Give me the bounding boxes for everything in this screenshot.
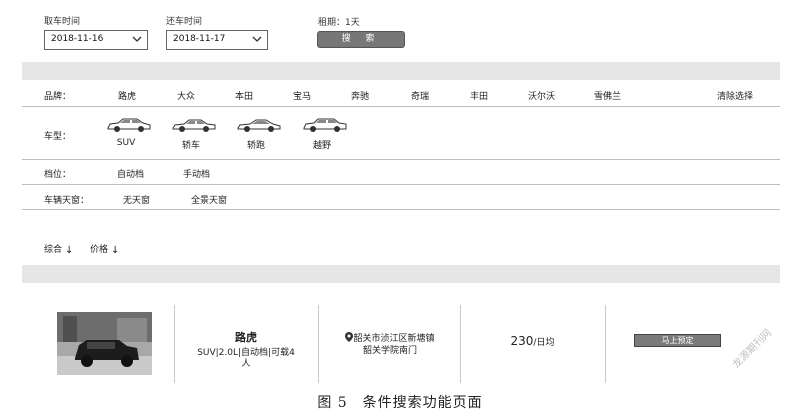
gear-option[interactable]: 自动档: [117, 167, 144, 180]
book-now-button[interactable]: 马上预定: [634, 334, 721, 347]
sort-price-button[interactable]: 价格 ↓: [90, 242, 119, 256]
pickup-date-value: 2018-11-16: [51, 34, 104, 44]
rental-period: 租期：1天: [318, 18, 360, 28]
brand-option[interactable]: 路虎: [118, 89, 136, 102]
gear-label: 档位：: [44, 170, 72, 180]
divider: [22, 159, 780, 160]
results-header-band: [22, 265, 780, 283]
figure-caption: 图 5 条件搜索功能页面: [317, 395, 483, 411]
brand-label: 品牌：: [44, 92, 72, 102]
clear-selection-link[interactable]: 清除选择: [717, 89, 753, 102]
pickup-date-select[interactable]: 2018-11-16: [44, 30, 148, 50]
brand-option[interactable]: 奇瑞: [411, 89, 429, 102]
divider: [22, 106, 780, 107]
price-unit: /日均: [533, 338, 555, 348]
sedan-car-icon[interactable]: [171, 116, 217, 134]
car-type-label: 车型：: [44, 132, 72, 142]
divider: [22, 184, 780, 185]
pickup-location-line2: 韶关学院南门: [362, 346, 417, 356]
chevron-down-icon: [252, 36, 262, 42]
car-type-option[interactable]: 轿车: [171, 138, 211, 151]
return-date-select[interactable]: 2018-11-17: [166, 30, 268, 50]
coupe-car-icon[interactable]: [236, 116, 282, 134]
brand-option[interactable]: 奔驰: [351, 89, 369, 102]
sort-price-label: 价格: [90, 245, 109, 255]
sort-overall-label: 综合: [44, 245, 63, 255]
sunroof-option[interactable]: 全景天窗: [191, 193, 227, 206]
column-separator: [318, 305, 319, 383]
price: 230/日均: [480, 334, 585, 348]
car-type-option[interactable]: SUV: [106, 138, 146, 148]
sunroof-label: 车辆天窗：: [44, 196, 90, 206]
brand-option[interactable]: 丰田: [470, 89, 488, 102]
column-separator: [460, 305, 461, 383]
sunroof-option[interactable]: 无天窗: [123, 193, 150, 206]
watermark: 龙源期刊网: [730, 327, 774, 371]
column-separator: [605, 305, 606, 383]
brand-option[interactable]: 本田: [235, 89, 253, 102]
sort-overall-button[interactable]: 综合 ↓: [44, 242, 73, 256]
filter-header-band: [22, 62, 780, 80]
divider: [22, 209, 780, 210]
return-time-label: 还车时间: [166, 17, 203, 27]
arrow-down-icon: ↓: [65, 245, 74, 256]
search-button[interactable]: 搜 索: [317, 31, 405, 48]
brand-option[interactable]: 大众: [177, 89, 195, 102]
offroad-car-icon[interactable]: [302, 116, 348, 134]
price-value: 230: [510, 334, 534, 348]
brand-option[interactable]: 雪佛兰: [594, 89, 621, 102]
brand-option[interactable]: 宝马: [293, 89, 311, 102]
car-type-option[interactable]: 轿跑: [236, 138, 276, 151]
suv-car-icon[interactable]: [106, 116, 152, 134]
gear-option[interactable]: 手动档: [183, 167, 210, 180]
pickup-time-label: 取车时间: [44, 17, 81, 27]
column-separator: [174, 305, 175, 383]
car-type-option[interactable]: 越野: [302, 138, 342, 151]
car-photo[interactable]: [57, 312, 152, 375]
brand-option[interactable]: 沃尔沃: [528, 89, 555, 102]
car-name: 路虎: [235, 331, 257, 344]
chevron-down-icon: [132, 36, 142, 42]
return-date-value: 2018-11-17: [173, 34, 226, 44]
arrow-down-icon: ↓: [111, 245, 120, 256]
car-spec-line2: 人: [241, 359, 251, 369]
